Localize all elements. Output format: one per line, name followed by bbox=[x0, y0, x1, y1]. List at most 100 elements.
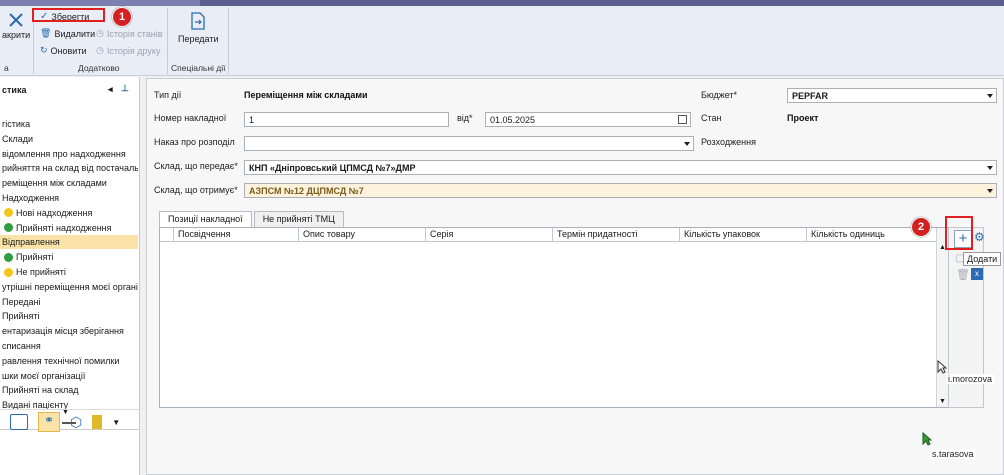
highlight-box bbox=[945, 216, 973, 250]
order-label: Наказ про розподіл bbox=[154, 137, 235, 147]
status-dot-icon bbox=[4, 208, 13, 218]
sidebar-item-label: Відправлення bbox=[2, 237, 60, 248]
sidebar-header: стика ◂ ⊥ bbox=[0, 83, 140, 97]
network-icon[interactable]: ⚭ bbox=[38, 412, 60, 432]
close-label: акрити bbox=[2, 30, 31, 40]
state-history-button[interactable]: ◷ Історія станів bbox=[96, 28, 163, 39]
tab-bar: Позиції накладної Не прийняті ТМЦ bbox=[159, 211, 346, 227]
delete-button[interactable]: 🗑 Видалити bbox=[40, 28, 95, 39]
sidebar-item-label: Не прийняті bbox=[16, 267, 66, 277]
sidebar-item-label: Передані bbox=[2, 296, 41, 307]
chevron-down-icon bbox=[987, 166, 993, 170]
print-history-label: Історія друку bbox=[106, 45, 161, 56]
column-header[interactable]: Кількість упаковок bbox=[680, 228, 807, 242]
budget-select[interactable]: PEPFAR bbox=[787, 88, 997, 103]
sidebar-item[interactable]: списання bbox=[0, 339, 138, 353]
sender-select[interactable]: КНП «Дніпровський ЦПМСД №7»ДМР bbox=[244, 160, 997, 175]
document-arrow-icon bbox=[191, 12, 205, 30]
gear-icon[interactable]: ⚙ bbox=[974, 230, 985, 244]
number-label: Номер накладної bbox=[154, 113, 227, 123]
column-header[interactable]: Посвідчення bbox=[174, 228, 299, 242]
sidebar-item-label: Прийняті bbox=[2, 311, 40, 322]
sidebar-item[interactable]: шки моєї організації bbox=[0, 369, 138, 383]
close-icon bbox=[9, 13, 23, 27]
state-label: Стан bbox=[701, 113, 722, 123]
history-icon: ◷ bbox=[96, 45, 104, 55]
user-cursor-label: s.tarasova bbox=[930, 449, 976, 459]
sidebar-item-label: списання bbox=[2, 341, 41, 351]
history-icon: ◷ bbox=[96, 28, 104, 38]
sidebar-item[interactable]: Передані bbox=[0, 295, 138, 309]
calendar-icon[interactable] bbox=[678, 115, 687, 124]
cursor-icon bbox=[937, 360, 947, 374]
order-select[interactable] bbox=[244, 136, 694, 151]
sidebar-item[interactable]: Прийняті bbox=[0, 250, 138, 264]
sidebar-item-label: равлення технічної помилки bbox=[2, 355, 120, 366]
close-button[interactable]: акрити bbox=[2, 12, 30, 40]
sidebar-item[interactable]: гістика bbox=[0, 117, 138, 131]
document-form: Тип дії Переміщення між складами Бюджет*… bbox=[146, 78, 1004, 475]
pin-icon[interactable]: ⊥ bbox=[121, 83, 129, 94]
excel-icon[interactable]: x bbox=[971, 268, 983, 280]
number-input[interactable]: 1 bbox=[244, 112, 449, 127]
state-history-label: Історія станів bbox=[106, 28, 163, 39]
transfer-button[interactable]: Передати bbox=[178, 12, 219, 44]
transfer-label: Передати bbox=[178, 34, 219, 44]
sidebar-item[interactable]: Прийняті bbox=[0, 309, 138, 323]
collapse-icon[interactable]: ◂ bbox=[108, 84, 113, 95]
book-icon[interactable] bbox=[92, 415, 103, 429]
budget-value: PEPFAR bbox=[792, 90, 829, 101]
date-label: від* bbox=[457, 113, 473, 123]
status-dot-icon bbox=[4, 223, 13, 233]
print-history-button[interactable]: ◷ Історія друку bbox=[96, 45, 160, 56]
tab-not-accepted[interactable]: Не прийняті ТМЦ bbox=[253, 211, 344, 227]
cursor-icon bbox=[922, 432, 932, 446]
refresh-button[interactable]: ↻ Оновити bbox=[40, 45, 86, 56]
sidebar-item-label: Надходження bbox=[2, 193, 60, 203]
refresh-label: Оновити bbox=[50, 45, 87, 56]
sidebar-item[interactable]: ентаризація місця зберігання bbox=[0, 324, 138, 338]
sidebar-item[interactable]: рийняття на склад від постачальн bbox=[0, 161, 138, 175]
sidebar-item[interactable]: Не прийняті bbox=[0, 265, 138, 279]
sidebar-item[interactable]: Надходження bbox=[0, 191, 138, 205]
budget-label: Бюджет* bbox=[701, 90, 738, 100]
sidebar-item[interactable]: Прийняті надходження bbox=[0, 221, 138, 235]
sidebar-item[interactable]: Склади bbox=[0, 132, 138, 146]
sidebar-item-label: ентаризація місця зберігання bbox=[2, 326, 124, 337]
receiver-select[interactable]: АЗПСМ №12 ДЦПМСД №7 bbox=[244, 183, 997, 198]
receiver-value: АЗПСМ №12 ДЦПМСД №7 bbox=[249, 185, 364, 196]
more-dropdown-icon[interactable]: ▼ bbox=[112, 418, 120, 427]
sidebar-item[interactable]: равлення технічної помилки bbox=[0, 354, 138, 368]
column-header[interactable]: Термін придатності bbox=[553, 228, 680, 242]
sidebar-item[interactable]: Відправлення bbox=[0, 235, 138, 250]
sidebar-item-label: гістика bbox=[2, 119, 31, 129]
trash-icon[interactable]: 🗑 bbox=[956, 268, 970, 281]
discrepancy-label: Розходження bbox=[701, 137, 756, 147]
column-header[interactable]: Опис товару bbox=[299, 228, 426, 242]
sidebar-item[interactable]: реміщення між складами bbox=[0, 176, 138, 190]
column-header[interactable]: Серія bbox=[426, 228, 553, 242]
state-value: Проект bbox=[787, 113, 819, 123]
sidebar-item[interactable]: Нові надходження bbox=[0, 206, 138, 220]
tab-positions[interactable]: Позиції накладної bbox=[159, 211, 252, 227]
camera-icon[interactable] bbox=[10, 414, 28, 430]
number-value: 1 bbox=[249, 114, 255, 125]
delete-label: Видалити bbox=[54, 28, 96, 39]
type-label: Тип дії bbox=[154, 90, 182, 100]
box-icon[interactable]: ⬡ bbox=[70, 414, 82, 431]
step-marker: 1 bbox=[112, 7, 132, 27]
sidebar-item[interactable]: Прийняті на склад bbox=[0, 383, 138, 397]
sidebar-title: стика bbox=[2, 85, 27, 95]
date-input[interactable]: 01.05.2025 bbox=[485, 112, 691, 127]
grid-corner bbox=[160, 228, 174, 242]
sidebar-item[interactable]: відомлення про надходження bbox=[0, 147, 138, 161]
chevron-down-icon bbox=[987, 189, 993, 193]
sidebar-item-label: Прийняті надходження bbox=[16, 222, 112, 233]
sidebar-item-label: Прийняті bbox=[16, 252, 54, 263]
status-dot-icon bbox=[4, 252, 13, 262]
sidebar-item-label: реміщення між складами bbox=[2, 178, 107, 189]
sidebar-item-label: відомлення про надходження bbox=[2, 148, 126, 159]
sidebar-item[interactable]: утрішні переміщення моєї організ bbox=[0, 280, 138, 294]
status-dot-icon bbox=[4, 267, 13, 277]
sidebar: стика ◂ ⊥ гістика Склади відомлення про на… bbox=[0, 77, 140, 475]
